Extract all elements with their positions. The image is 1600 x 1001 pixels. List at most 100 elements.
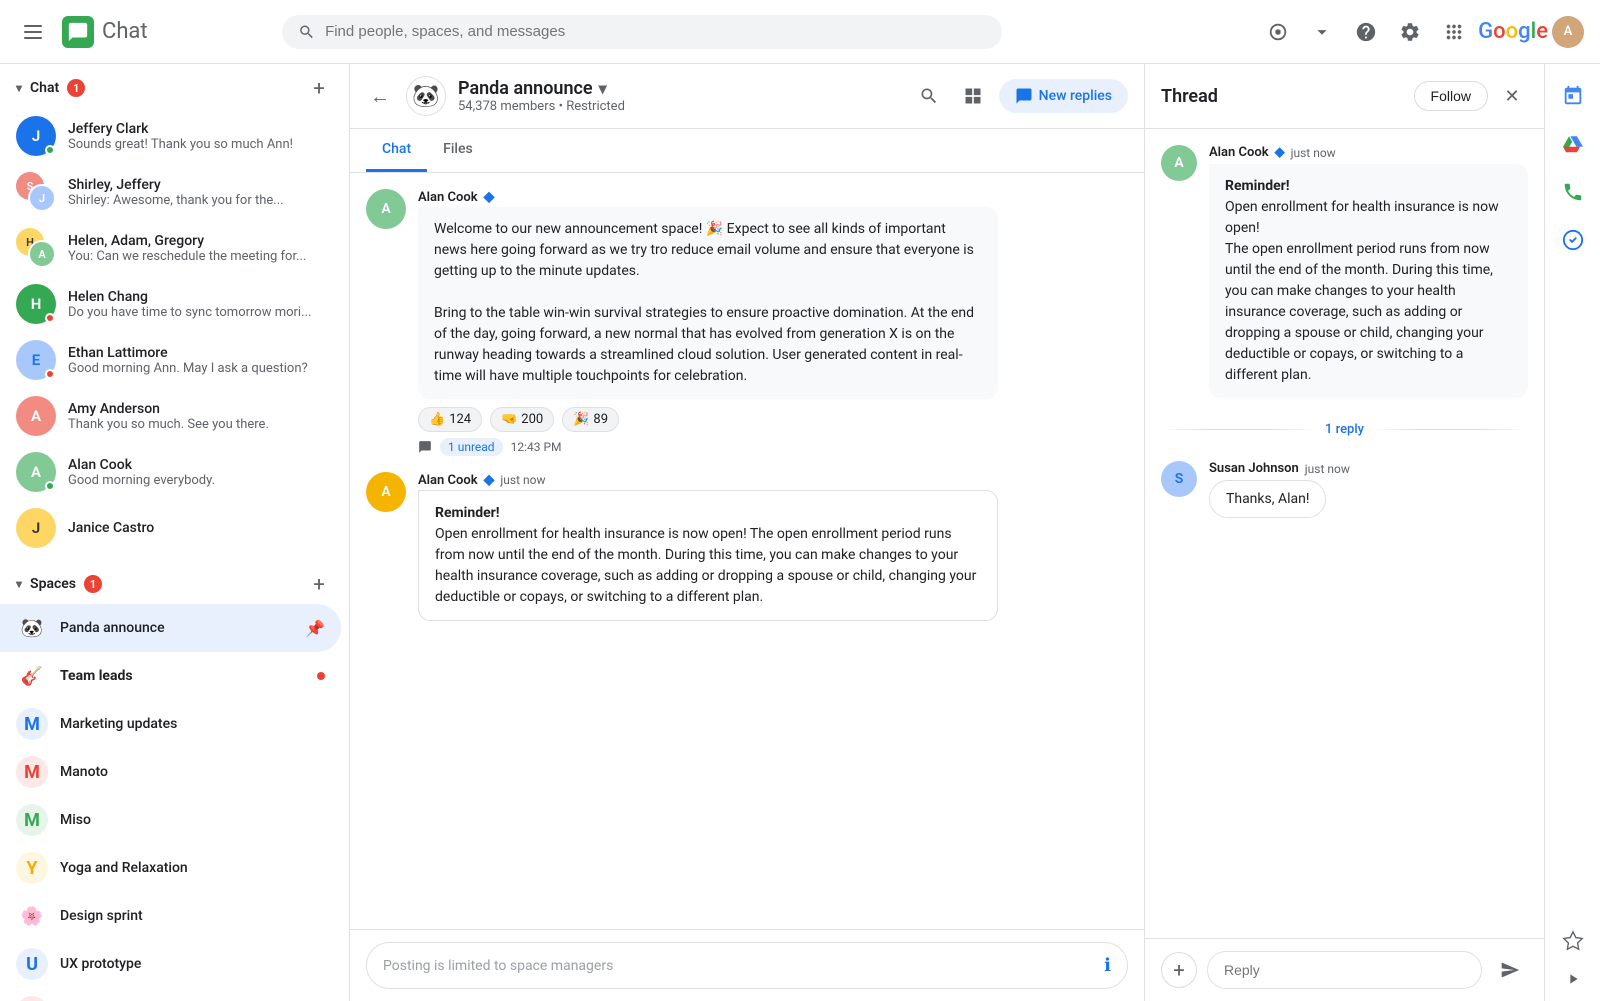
chat-input-box[interactable]: Posting is limited to space managers ℹ (366, 942, 1128, 989)
apps-icon-btn[interactable] (1434, 12, 1474, 52)
ux-name: UX prototype (60, 956, 325, 972)
user-avatar[interactable]: A (1552, 16, 1584, 48)
search-box[interactable] (282, 15, 1002, 49)
main-layout: ▾ Chat 1 + J Jeffery Clark Sounds great!… (0, 64, 1600, 1001)
jeffery-info: Jeffery Clark Sounds great! Thank you so… (68, 121, 325, 152)
chat-section-header[interactable]: ▾ Chat 1 + (0, 68, 349, 108)
more-apps-chevron[interactable] (1302, 12, 1342, 52)
expand-icon[interactable] (1553, 969, 1593, 989)
record-icon-btn[interactable] (1258, 12, 1298, 52)
thread-main-time: just now (1291, 146, 1336, 160)
thread-header: Thread Follow ✕ (1145, 64, 1544, 129)
space-item-design[interactable]: 🌸 Design sprint (0, 892, 341, 940)
chat-add-button[interactable]: + (305, 74, 333, 102)
settings-icon-btn[interactable] (1390, 12, 1430, 52)
space-item-yoga[interactable]: Y Yoga and Relaxation (0, 844, 341, 892)
jeffery-name: Jeffery Clark (68, 121, 325, 137)
search-input[interactable] (325, 23, 986, 40)
thread-reply-1: S Susan Johnson just now Thanks, Alan! (1161, 461, 1528, 518)
view-toggle-button[interactable] (955, 78, 991, 114)
thread-close-button[interactable]: ✕ (1496, 80, 1528, 112)
chat-item-janice[interactable]: J Janice Castro (0, 500, 341, 556)
chat-item-amy[interactable]: A Amy Anderson Thank you so much. See yo… (0, 388, 341, 444)
chat-item-jeffery[interactable]: J Jeffery Clark Sounds great! Thank you … (0, 108, 341, 164)
space-item-ux[interactable]: U UX prototype (0, 940, 341, 988)
chat-section: ▾ Chat 1 + J Jeffery Clark Sounds great!… (0, 64, 349, 560)
chat-header-subtitle: 54,378 members • Restricted (458, 99, 899, 114)
ethan-avatar: E (16, 340, 56, 380)
thread-add-button[interactable]: + (1161, 952, 1197, 988)
help-icon-btn[interactable] (1346, 12, 1386, 52)
msg2-avatar: A (366, 472, 406, 512)
message-2: A Alan Cook ◆ just now Reminder! Open en… (366, 472, 1128, 621)
amy-preview: Thank you so much. See you there. (68, 417, 325, 432)
yoga-name: Yoga and Relaxation (60, 860, 325, 876)
tab-chat[interactable]: Chat (366, 129, 427, 172)
back-button[interactable]: ← (366, 80, 394, 113)
helen-chang-avatar: H (16, 284, 56, 324)
thread-panel: Thread Follow ✕ A Alan Cook ◆ just now R… (1144, 64, 1544, 1001)
new-replies-button[interactable]: New replies (999, 79, 1128, 113)
app-title: Chat (102, 19, 148, 44)
ethan-name: Ethan Lattimore (68, 345, 325, 361)
shirley-jeffery-name: Shirley, Jeffery (68, 177, 325, 193)
chat-item-ethan[interactable]: E Ethan Lattimore Good morning Ann. May … (0, 332, 341, 388)
team-leads-icon: 🎸 (16, 660, 48, 692)
space-item-team-leads[interactable]: 🎸 Team leads (0, 652, 341, 700)
thread-reply-input[interactable] (1207, 951, 1482, 989)
space-item-panda[interactable]: 🐼 Panda announce 📌 (0, 604, 341, 652)
chat-tabs: Chat Files (350, 129, 1144, 173)
space-item-manoto[interactable]: M Manoto (0, 748, 341, 796)
spaces-section: ▾ Spaces 1 + 🐼 Panda announce 📌 🎸 Team l… (0, 560, 349, 1001)
follow-button[interactable]: Follow (1414, 81, 1488, 111)
reaction-thumbs[interactable]: 👍124 (418, 407, 482, 432)
reaction-fist[interactable]: 🤜200 (490, 407, 554, 432)
chat-header: ← 🐼 Panda announce ▾ 54,378 members • Re… (350, 64, 1144, 129)
space-item-sales[interactable]: S Sales Report (0, 988, 341, 1001)
calendar-icon-btn[interactable] (1553, 76, 1593, 116)
thread-main-content: Alan Cook ◆ just now Reminder! Open enro… (1209, 145, 1528, 398)
thread-reply-count[interactable]: 1 reply (1325, 422, 1364, 437)
spaces-chevron: ▾ (16, 577, 22, 591)
thread-main-sender-name: Alan Cook (1209, 145, 1269, 160)
spaces-section-header[interactable]: ▾ Spaces 1 + (0, 564, 349, 604)
thread-reply-avatar: S (1161, 461, 1197, 497)
msg2-bubble: Reminder! Open enrollment for health ins… (418, 490, 998, 621)
topbar: Chat Google A (0, 0, 1600, 64)
info-icon[interactable]: ℹ (1104, 955, 1111, 976)
menu-icon[interactable] (16, 17, 50, 47)
msg2-content: Alan Cook ◆ just now Reminder! Open enro… (418, 472, 1128, 621)
chat-item-helen-chang[interactable]: H Helen Chang Do you have time to sync t… (0, 276, 341, 332)
alan-online (45, 481, 55, 491)
search-container (282, 15, 1002, 49)
app-logo[interactable]: Chat (62, 16, 148, 48)
amy-info: Amy Anderson Thank you so much. See you … (68, 401, 325, 432)
tab-files[interactable]: Files (427, 129, 489, 172)
thread-send-button[interactable] (1492, 952, 1528, 988)
phone-icon-btn[interactable] (1553, 172, 1593, 212)
space-item-marketing[interactable]: M Marketing updates (0, 700, 341, 748)
thread-main-bubble: Reminder! Open enrollment for health ins… (1209, 164, 1528, 398)
star-icon-btn[interactable] (1553, 921, 1593, 961)
tasks-icon-btn[interactable] (1553, 220, 1593, 260)
panda-icon: 🐼 (16, 612, 48, 644)
reaction-party[interactable]: 🎉89 (562, 407, 619, 432)
spaces-label: Spaces (30, 576, 76, 592)
drive-icon-btn[interactable] (1553, 124, 1593, 164)
thread-reply-sender: Susan Johnson just now (1209, 461, 1528, 476)
chat-item-alan[interactable]: A Alan Cook Good morning everybody. (0, 444, 341, 500)
spaces-section-title: ▾ Spaces 1 (16, 575, 102, 593)
msg2-sender-name: Alan Cook (418, 473, 478, 488)
chat-input-area: Posting is limited to space managers ℹ (350, 929, 1144, 1001)
spaces-add-button[interactable]: + (305, 570, 333, 598)
thread-reply-time: just now (1305, 462, 1350, 476)
chat-item-shirley-jeffery[interactable]: S J Shirley, Jeffery Shirley: Awesome, t… (0, 164, 341, 220)
chat-item-helen-adam[interactable]: H A Helen, Adam, Gregory You: Can we res… (0, 220, 341, 276)
design-name: Design sprint (60, 908, 325, 924)
helen-adam-name: Helen, Adam, Gregory (68, 233, 325, 249)
msg2-time: just now (500, 473, 545, 487)
unread-badge[interactable]: 1 unread (440, 438, 503, 456)
space-item-miso[interactable]: M Miso (0, 796, 341, 844)
search-chat-button[interactable] (911, 78, 947, 114)
title-chevron[interactable]: ▾ (599, 79, 607, 98)
